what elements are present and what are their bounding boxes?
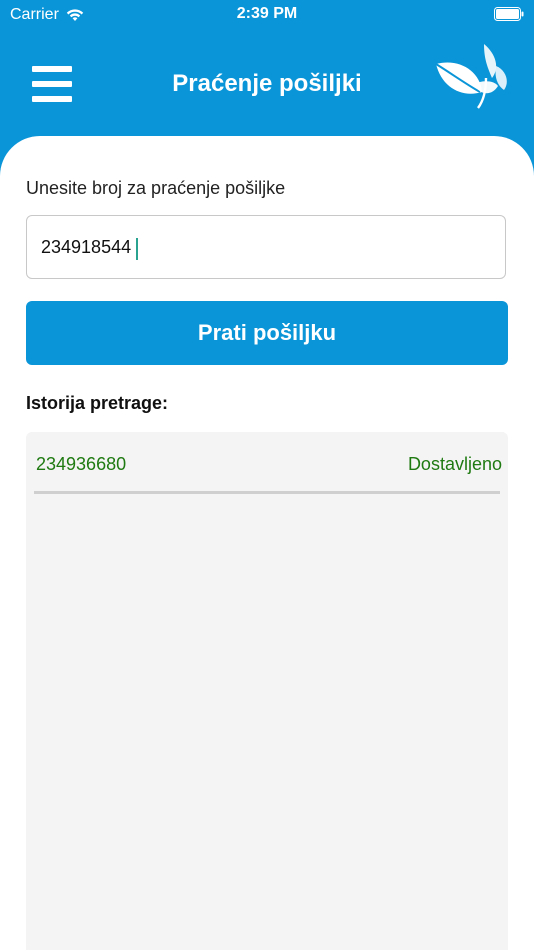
leaf-logo-icon [435, 44, 507, 109]
tracking-input-label: Unesite broj za praćenje pošiljke [26, 178, 286, 198]
text-caret [136, 238, 138, 260]
search-history-title: Istorija pretrage: [26, 393, 169, 413]
battery-icon [494, 7, 524, 21]
status-time: 2:39 PM [236, 5, 298, 22]
history-status: Dostavljeno [407, 454, 502, 474]
track-shipment-button[interactable]: Prati pošiljku [26, 301, 508, 365]
search-history-list: 234936680 Dostavljeno [26, 432, 508, 950]
history-row[interactable]: 234936680 Dostavljeno [34, 432, 502, 494]
status-bar: Carrier 2:39 PM [0, 0, 534, 28]
main-content: Unesite broj za praćenje pošiljke Prati … [0, 136, 534, 950]
history-tracking-number: 234936680 [36, 454, 127, 474]
app-header: Praćenje pošiljki [0, 28, 534, 138]
tracking-number-input[interactable] [26, 215, 506, 279]
